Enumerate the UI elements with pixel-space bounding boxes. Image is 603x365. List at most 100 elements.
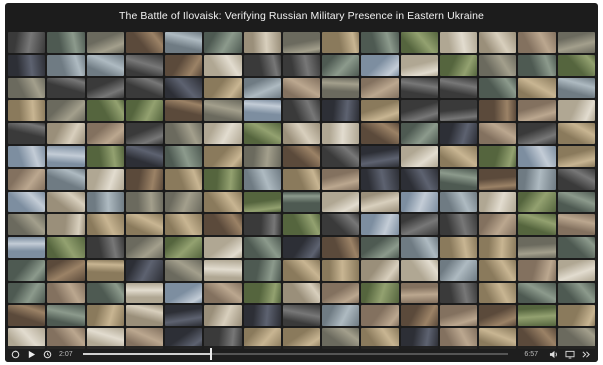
video-thumbnail[interactable] bbox=[479, 305, 517, 327]
video-thumbnail[interactable] bbox=[243, 259, 281, 281]
video-thumbnail[interactable] bbox=[165, 123, 203, 144]
video-thumbnail[interactable] bbox=[204, 145, 242, 167]
video-thumbnail[interactable] bbox=[165, 168, 203, 190]
video-thumbnail[interactable] bbox=[125, 32, 164, 53]
video-thumbnail[interactable] bbox=[322, 32, 360, 53]
video-thumbnail[interactable] bbox=[400, 259, 438, 281]
video-thumbnail[interactable] bbox=[204, 305, 242, 327]
video-thumbnail[interactable] bbox=[361, 214, 399, 236]
video-thumbnail[interactable] bbox=[518, 191, 556, 213]
video-thumbnail[interactable] bbox=[557, 237, 595, 258]
video-thumbnail[interactable] bbox=[165, 305, 203, 327]
video-thumbnail[interactable] bbox=[282, 123, 321, 144]
video-thumbnail[interactable] bbox=[243, 282, 281, 304]
video-thumbnail[interactable] bbox=[8, 123, 46, 144]
video-thumbnail[interactable] bbox=[518, 214, 556, 236]
video-thumbnail[interactable] bbox=[204, 77, 242, 99]
video-thumbnail[interactable] bbox=[282, 32, 321, 53]
video-thumbnail[interactable] bbox=[479, 100, 517, 122]
video-thumbnail[interactable] bbox=[8, 305, 46, 327]
video-thumbnail[interactable] bbox=[282, 77, 321, 99]
video-thumbnail[interactable] bbox=[243, 54, 281, 76]
video-thumbnail[interactable] bbox=[125, 191, 164, 213]
video-thumbnail[interactable] bbox=[322, 305, 360, 327]
video-thumbnail[interactable] bbox=[439, 77, 478, 99]
video-thumbnail[interactable] bbox=[204, 191, 242, 213]
video-thumbnail[interactable] bbox=[8, 237, 46, 258]
video-thumbnail[interactable] bbox=[518, 282, 556, 304]
video-thumbnail[interactable] bbox=[282, 305, 321, 327]
video-thumbnail[interactable] bbox=[86, 214, 124, 236]
video-thumbnail[interactable] bbox=[8, 168, 46, 190]
video-thumbnail[interactable] bbox=[400, 32, 438, 53]
video-thumbnail[interactable] bbox=[479, 237, 517, 258]
video-thumbnail[interactable] bbox=[86, 168, 124, 190]
video-thumbnail[interactable] bbox=[322, 259, 360, 281]
video-thumbnail[interactable] bbox=[165, 259, 203, 281]
video-thumbnail[interactable] bbox=[125, 54, 164, 76]
seek-handle[interactable] bbox=[210, 348, 213, 360]
video-thumbnail[interactable] bbox=[361, 191, 399, 213]
video-thumbnail[interactable] bbox=[47, 305, 85, 327]
video-thumbnail[interactable] bbox=[204, 32, 242, 53]
video-thumbnail[interactable] bbox=[439, 32, 478, 53]
video-thumbnail[interactable] bbox=[165, 214, 203, 236]
video-thumbnail[interactable] bbox=[8, 145, 46, 167]
video-thumbnail[interactable] bbox=[165, 32, 203, 53]
video-thumbnail[interactable] bbox=[361, 259, 399, 281]
video-thumbnail[interactable] bbox=[479, 123, 517, 144]
video-thumbnail[interactable] bbox=[8, 214, 46, 236]
video-thumbnail[interactable] bbox=[557, 305, 595, 327]
video-thumbnail[interactable] bbox=[125, 123, 164, 144]
video-thumbnail[interactable] bbox=[479, 54, 517, 76]
video-thumbnail[interactable] bbox=[557, 214, 595, 236]
video-thumbnail[interactable] bbox=[361, 123, 399, 144]
video-thumbnail[interactable] bbox=[204, 168, 242, 190]
video-thumbnail[interactable] bbox=[125, 145, 164, 167]
video-thumbnail[interactable] bbox=[479, 259, 517, 281]
video-thumbnail[interactable] bbox=[282, 237, 321, 258]
video-thumbnail[interactable] bbox=[204, 123, 242, 144]
video-thumbnail[interactable] bbox=[322, 77, 360, 99]
video-thumbnail[interactable] bbox=[557, 259, 595, 281]
video-thumbnail[interactable] bbox=[47, 237, 85, 258]
video-thumbnail[interactable] bbox=[86, 305, 124, 327]
video-thumbnail[interactable] bbox=[125, 77, 164, 99]
video-thumbnail[interactable] bbox=[400, 100, 438, 122]
video-thumbnail[interactable] bbox=[243, 32, 281, 53]
video-thumbnail[interactable] bbox=[165, 282, 203, 304]
video-thumbnail[interactable] bbox=[479, 191, 517, 213]
video-thumbnail[interactable] bbox=[400, 305, 438, 327]
video-thumbnail[interactable] bbox=[400, 123, 438, 144]
video-thumbnail[interactable] bbox=[322, 214, 360, 236]
video-thumbnail[interactable] bbox=[361, 54, 399, 76]
rewind-icon[interactable] bbox=[41, 348, 53, 360]
video-thumbnail[interactable] bbox=[400, 282, 438, 304]
video-thumbnail[interactable] bbox=[557, 32, 595, 53]
video-thumbnail[interactable] bbox=[8, 54, 46, 76]
video-thumbnail[interactable] bbox=[125, 259, 164, 281]
video-thumbnail[interactable] bbox=[361, 32, 399, 53]
video-thumbnail[interactable] bbox=[86, 237, 124, 258]
video-thumbnail[interactable] bbox=[361, 77, 399, 99]
video-thumbnail[interactable] bbox=[47, 77, 85, 99]
video-thumbnail[interactable] bbox=[125, 237, 164, 258]
video-thumbnail[interactable] bbox=[165, 54, 203, 76]
video-thumbnail[interactable] bbox=[282, 145, 321, 167]
video-thumbnail[interactable] bbox=[518, 145, 556, 167]
video-thumbnail[interactable] bbox=[557, 282, 595, 304]
video-thumbnail[interactable] bbox=[282, 100, 321, 122]
video-thumbnail[interactable] bbox=[439, 100, 478, 122]
video-thumbnail[interactable] bbox=[518, 100, 556, 122]
video-thumbnail[interactable] bbox=[439, 191, 478, 213]
video-thumbnail[interactable] bbox=[439, 168, 478, 190]
video-thumbnail[interactable] bbox=[86, 100, 124, 122]
video-thumbnail[interactable] bbox=[165, 100, 203, 122]
video-thumbnail[interactable] bbox=[439, 282, 478, 304]
video-thumbnail[interactable] bbox=[8, 191, 46, 213]
video-thumbnail[interactable] bbox=[47, 145, 85, 167]
video-thumbnail[interactable] bbox=[47, 259, 85, 281]
video-thumbnail[interactable] bbox=[557, 168, 595, 190]
video-thumbnail[interactable] bbox=[47, 100, 85, 122]
video-thumbnail[interactable] bbox=[8, 100, 46, 122]
